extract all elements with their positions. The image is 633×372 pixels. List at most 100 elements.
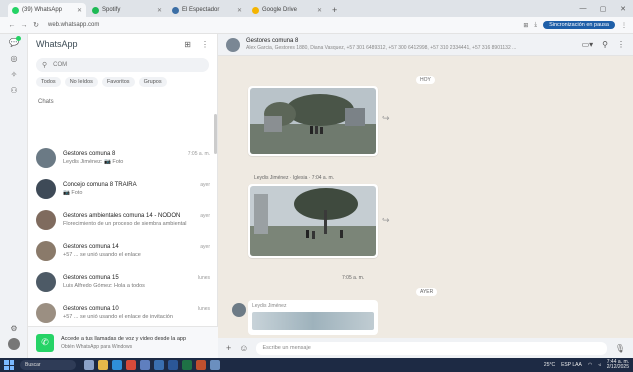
start-icon[interactable] bbox=[4, 360, 14, 370]
channels-icon[interactable]: ✧ bbox=[0, 66, 28, 82]
close-icon[interactable]: ✕ bbox=[77, 7, 82, 14]
task-view-icon[interactable] bbox=[84, 360, 94, 370]
maximize-icon[interactable]: ▢ bbox=[593, 5, 613, 13]
mail-icon[interactable] bbox=[154, 360, 164, 370]
quoted-message[interactable]: Leydis Jiménez bbox=[248, 300, 378, 335]
store-icon[interactable] bbox=[140, 360, 150, 370]
avatar[interactable] bbox=[232, 303, 246, 317]
excel-icon[interactable] bbox=[182, 360, 192, 370]
tab-news[interactable]: El Espectador ✕ bbox=[168, 3, 246, 17]
photos-icon[interactable] bbox=[210, 360, 220, 370]
language-indicator[interactable]: ESP LAA bbox=[561, 362, 582, 368]
message-photo[interactable] bbox=[250, 88, 376, 154]
menu-icon[interactable]: ⋮ bbox=[621, 22, 627, 29]
chat-time: ayer bbox=[200, 243, 210, 250]
avatar[interactable] bbox=[8, 338, 20, 350]
more-options-icon[interactable]: ⋮ bbox=[617, 40, 625, 49]
list-item[interactable]: Gestores ambientales comuna 14 - NODON ay… bbox=[28, 204, 218, 235]
close-icon[interactable]: ✕ bbox=[157, 7, 162, 14]
search-input[interactable]: ⚲ COM bbox=[36, 58, 209, 72]
quote-photo[interactable] bbox=[252, 312, 374, 330]
chat-preview: +57 ... se unió usando el enlace bbox=[63, 251, 141, 258]
chat-name: Gestores comuna 8 bbox=[63, 150, 116, 157]
wifi-icon[interactable]: ◠ bbox=[588, 362, 592, 368]
chats-icon[interactable]: 💬 bbox=[0, 34, 28, 50]
file-explorer-icon[interactable] bbox=[98, 360, 108, 370]
conversation-header[interactable]: Gestores comuna 8 Alex Garcia, Gestores … bbox=[218, 34, 633, 56]
filter-unread[interactable]: No leídos bbox=[64, 77, 98, 87]
list-item[interactable]: Concejo comuna 8 TRAIRA ayer 📷 Foto bbox=[28, 173, 218, 204]
browser-tab-strip: (39) WhatsApp ✕ Spotify ✕ El Espectador … bbox=[0, 0, 633, 17]
app-title: WhatsApp bbox=[36, 39, 78, 49]
download-icon[interactable]: ⤓ bbox=[534, 22, 537, 29]
more-options-icon[interactable]: ⋮ bbox=[201, 40, 209, 49]
list-item[interactable]: Gestores comuna 8 7:05 a. m. Leydis Jimén… bbox=[28, 142, 218, 173]
word-icon[interactable] bbox=[168, 360, 178, 370]
video-call-icon[interactable]: ▭▾ bbox=[582, 40, 594, 49]
forward-icon[interactable]: ↪ bbox=[382, 215, 390, 226]
search-value: COM bbox=[53, 62, 68, 68]
message-time: 7:05 a. m. bbox=[342, 275, 365, 281]
message-caption: Leydis Jiménez · Iglesia · 7:04 a. m. bbox=[254, 175, 335, 181]
chat-list: Gestores comuna 8 7:05 a. m. Leydis Jimén… bbox=[28, 142, 218, 328]
image-message[interactable] bbox=[248, 86, 378, 156]
new-tab-icon[interactable]: + bbox=[332, 5, 337, 15]
taskbar-search[interactable]: Buscar bbox=[20, 360, 76, 370]
promo-subtitle: Obtén WhatsApp para Windows bbox=[61, 343, 133, 350]
microphone-icon[interactable]: 🎙 bbox=[615, 344, 625, 353]
close-window-icon[interactable]: ✕ bbox=[613, 5, 633, 13]
search-icon[interactable]: ⚲ bbox=[602, 40, 608, 49]
back-icon[interactable]: ← bbox=[6, 22, 18, 29]
list-item[interactable]: Gestores comuna 14 ayer +57 ... se unió u… bbox=[28, 235, 218, 266]
chrome-icon[interactable] bbox=[126, 360, 136, 370]
clock[interactable]: 7:44 a. m. 2/12/2025 bbox=[607, 360, 629, 370]
taskbar-apps bbox=[84, 360, 220, 370]
status-icon[interactable]: ◎ bbox=[0, 50, 28, 66]
attach-icon[interactable]: + bbox=[226, 343, 231, 353]
forward-icon[interactable]: ↪ bbox=[382, 113, 390, 124]
close-icon[interactable]: ✕ bbox=[317, 7, 322, 14]
minimize-icon[interactable]: — bbox=[573, 5, 593, 12]
powerpoint-icon[interactable] bbox=[196, 360, 206, 370]
extensions-icon[interactable]: ⊞ bbox=[523, 22, 528, 29]
url-field[interactable]: web.whatsapp.com bbox=[48, 22, 188, 28]
window-controls: — ▢ ✕ bbox=[573, 0, 633, 17]
close-icon[interactable]: ✕ bbox=[237, 7, 242, 14]
weather-temp[interactable]: 25°C bbox=[544, 362, 555, 368]
communities-icon[interactable]: ⚇ bbox=[0, 82, 28, 98]
tab-label: Spotify bbox=[102, 7, 121, 13]
filter-all[interactable]: Todos bbox=[36, 77, 61, 87]
reload-icon[interactable]: ↻ bbox=[30, 21, 42, 29]
forward-icon[interactable]: → bbox=[18, 22, 30, 29]
spotify-icon bbox=[92, 6, 99, 14]
tab-spotify[interactable]: Spotify ✕ bbox=[88, 3, 166, 17]
chat-preview: +57 ... se unió usando el enlace de invi… bbox=[63, 313, 173, 320]
avatar bbox=[226, 37, 240, 52]
list-item[interactable]: Gestores comuna 15 lunes Luis Alfredo Góm… bbox=[28, 266, 218, 297]
tab-drive[interactable]: Google Drive ✕ bbox=[248, 3, 326, 17]
emoji-icon[interactable]: ☺ bbox=[239, 343, 248, 353]
desktop-app-promo[interactable]: ✆ Accede a tus llamadas de voz y video d… bbox=[28, 326, 218, 358]
chat-name: Gestores comuna 14 bbox=[63, 243, 119, 250]
tab-whatsapp[interactable]: (39) WhatsApp ✕ bbox=[8, 3, 86, 17]
filter-favorites[interactable]: Favoritos bbox=[101, 77, 135, 87]
chat-time: ayer bbox=[200, 181, 210, 188]
message-input[interactable]: Escribe un mensaje bbox=[256, 341, 607, 355]
app-rail: 💬 ◎ ✧ ⚇ ⚙ bbox=[0, 34, 28, 358]
filter-groups[interactable]: Grupos bbox=[138, 77, 167, 87]
settings-icon[interactable]: ⚙ bbox=[0, 320, 28, 336]
new-chat-icon[interactable]: ⊞ bbox=[184, 40, 191, 49]
edge-icon[interactable] bbox=[112, 360, 122, 370]
date-divider: HOY bbox=[416, 76, 435, 84]
volume-icon[interactable]: ◃ bbox=[598, 362, 601, 368]
whatsapp-icon bbox=[12, 6, 19, 14]
list-item[interactable]: Gestores comuna 10 lunes +57 ... se unió … bbox=[28, 297, 218, 328]
filter-chips: Todos No leídos Favoritos Grupos bbox=[36, 77, 209, 87]
sync-paused-button[interactable]: Sincronización en pausa bbox=[543, 21, 615, 29]
avatar bbox=[36, 271, 56, 292]
chat-sidebar: WhatsApp ⊞ ⋮ ⚲ COM Todos No leídos Favor… bbox=[28, 34, 218, 358]
message-photo[interactable] bbox=[250, 186, 376, 256]
avatar bbox=[36, 178, 56, 199]
image-message[interactable] bbox=[248, 184, 378, 258]
chat-time: lunes bbox=[198, 305, 210, 312]
